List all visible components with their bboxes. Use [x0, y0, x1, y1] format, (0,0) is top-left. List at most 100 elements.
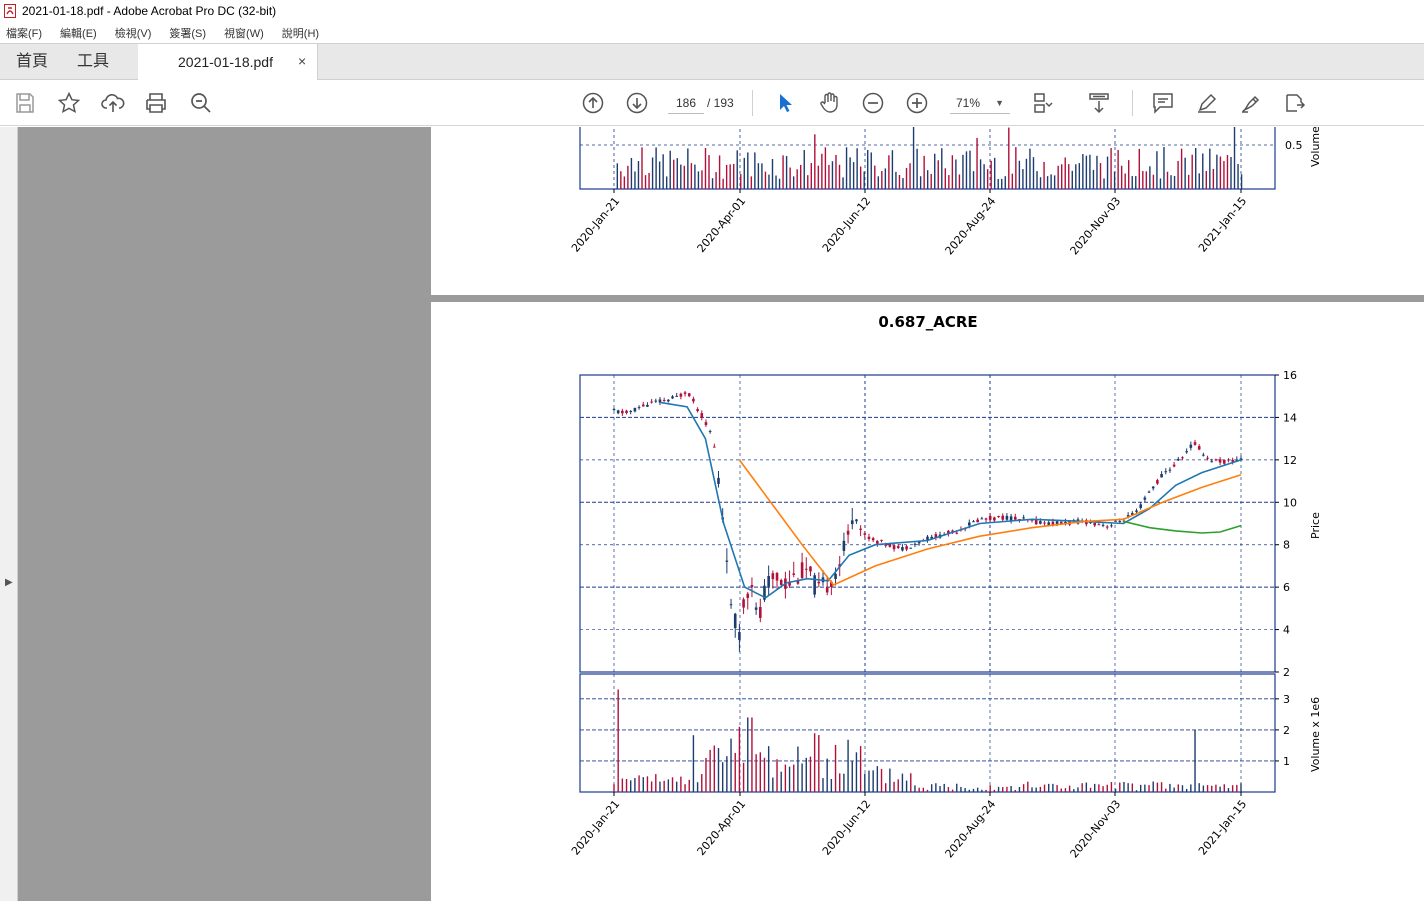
top-volume-bar [800, 164, 802, 189]
top-volume-bar [1149, 166, 1151, 189]
candle-body [683, 392, 687, 394]
volume-bar [922, 787, 925, 792]
star-icon[interactable] [56, 90, 82, 116]
candle-body [612, 408, 616, 411]
volume-bar [776, 759, 778, 792]
top-volume-bar [909, 163, 911, 189]
volume-bar [1185, 788, 1188, 792]
expand-panel-icon[interactable]: ▶ [5, 577, 13, 588]
volume-bar [625, 779, 628, 792]
tab-tools[interactable]: 工具 [77, 44, 109, 80]
top-volume-bar [651, 157, 654, 189]
menu-sign[interactable]: 簽署(S) [167, 23, 208, 43]
page-up-icon[interactable] [580, 90, 606, 116]
moving-average-long [1123, 520, 1242, 534]
volume-bar [676, 781, 678, 792]
top-volume-bar [1082, 154, 1084, 189]
top-volume-bar [814, 134, 816, 189]
zoom-in-icon[interactable] [904, 90, 930, 116]
candle-body [1160, 474, 1163, 478]
document-viewer[interactable]: 0.5 Volume 2020-Jan-21 2020-Apr-01 2020-Jun-… [18, 127, 1424, 901]
price-y-tick-label: 6 [1283, 581, 1290, 594]
top-volume-bar [888, 155, 890, 189]
save-icon[interactable] [12, 90, 38, 116]
tab-home[interactable]: 首頁 [16, 44, 48, 80]
top-volume-bar [941, 148, 943, 189]
top-volume-bar [1001, 178, 1003, 189]
left-panel-strip: ▶ [0, 127, 18, 901]
x-tick-label: 2020-Nov-03 [1068, 798, 1124, 861]
volume-bar [1031, 787, 1033, 792]
page-down-icon[interactable] [624, 90, 650, 116]
page-total: / 193 [707, 96, 734, 110]
zoom-level-select[interactable]: 71% ▼ [950, 92, 1010, 114]
volume-bar [855, 752, 858, 792]
top-volume-bar [874, 165, 876, 189]
top-volume-bar [715, 172, 717, 189]
top-x-tick-label: 2020-Aug-24 [943, 195, 999, 258]
top-volume-bar [1209, 148, 1211, 189]
highlight-icon[interactable] [1194, 90, 1220, 116]
candle-body [1001, 515, 1005, 520]
candle-body [1222, 459, 1226, 464]
top-volume-bar [969, 150, 971, 189]
top-volume-bar [1124, 173, 1126, 189]
candle-body [738, 632, 741, 640]
acrobat-icon [4, 4, 16, 18]
select-arrow-icon[interactable] [772, 90, 798, 116]
candle-body [792, 573, 796, 575]
volume-bar [1048, 783, 1050, 792]
candle-body [955, 532, 959, 534]
scroll-mode-icon[interactable] [1086, 90, 1112, 116]
top-volume-bar [1138, 148, 1140, 189]
menu-edit[interactable]: 編輯(E) [58, 23, 99, 43]
top-volume-bar [1103, 178, 1105, 189]
top-volume-bar [1025, 158, 1028, 189]
fit-page-icon[interactable] [1030, 90, 1056, 116]
print-icon[interactable] [143, 90, 169, 116]
menu-help[interactable]: 說明(H) [280, 23, 321, 43]
volume-bar [1052, 783, 1054, 792]
top-volume-bar [1237, 163, 1239, 189]
volume-bar [726, 756, 728, 792]
top-volume-bar [895, 171, 897, 189]
volume-bar [972, 788, 975, 792]
candle-body [725, 560, 729, 562]
close-tab-icon[interactable]: × [298, 53, 306, 69]
volume-bar [1002, 787, 1004, 792]
volume-bar [851, 761, 853, 792]
hand-icon[interactable] [816, 90, 842, 116]
volume-bar [763, 757, 766, 792]
candle-body [1197, 446, 1201, 450]
top-volume-bar [687, 148, 689, 189]
top-volume-bar [1043, 161, 1045, 189]
menu-view[interactable]: 檢視(V) [113, 23, 154, 43]
top-volume-bar [1142, 171, 1144, 189]
price-ylabel: Price [1309, 512, 1322, 539]
upload-icon[interactable] [100, 90, 126, 116]
candle-body [871, 538, 875, 541]
top-volume-bar [1191, 154, 1193, 189]
top-volume-bar [845, 147, 848, 189]
volume-bar [1223, 784, 1225, 792]
candle-body [1047, 522, 1051, 525]
candle-body [750, 585, 754, 588]
volume-bar [621, 778, 624, 792]
menu-file[interactable]: 檔案(F) [4, 23, 44, 43]
menu-window[interactable]: 視窗(W) [222, 23, 266, 43]
volume-bar [1156, 782, 1159, 792]
page-number-input[interactable]: 186 [668, 92, 704, 114]
volume-bar [1144, 784, 1146, 792]
sign-icon[interactable] [1238, 90, 1264, 116]
volume-bar [1106, 784, 1108, 792]
volume-bar [1056, 785, 1058, 792]
volume-bar [897, 779, 899, 792]
candle-body [1172, 464, 1176, 467]
export-icon[interactable] [1282, 90, 1308, 116]
zoom-out-icon[interactable] [860, 90, 886, 116]
candle-body [1097, 524, 1101, 526]
comment-icon[interactable] [1150, 90, 1176, 116]
tab-document[interactable]: 2021-01-18.pdf × [138, 44, 318, 81]
zoom-search-icon[interactable] [188, 90, 214, 116]
top-volume-bar [1226, 154, 1229, 189]
